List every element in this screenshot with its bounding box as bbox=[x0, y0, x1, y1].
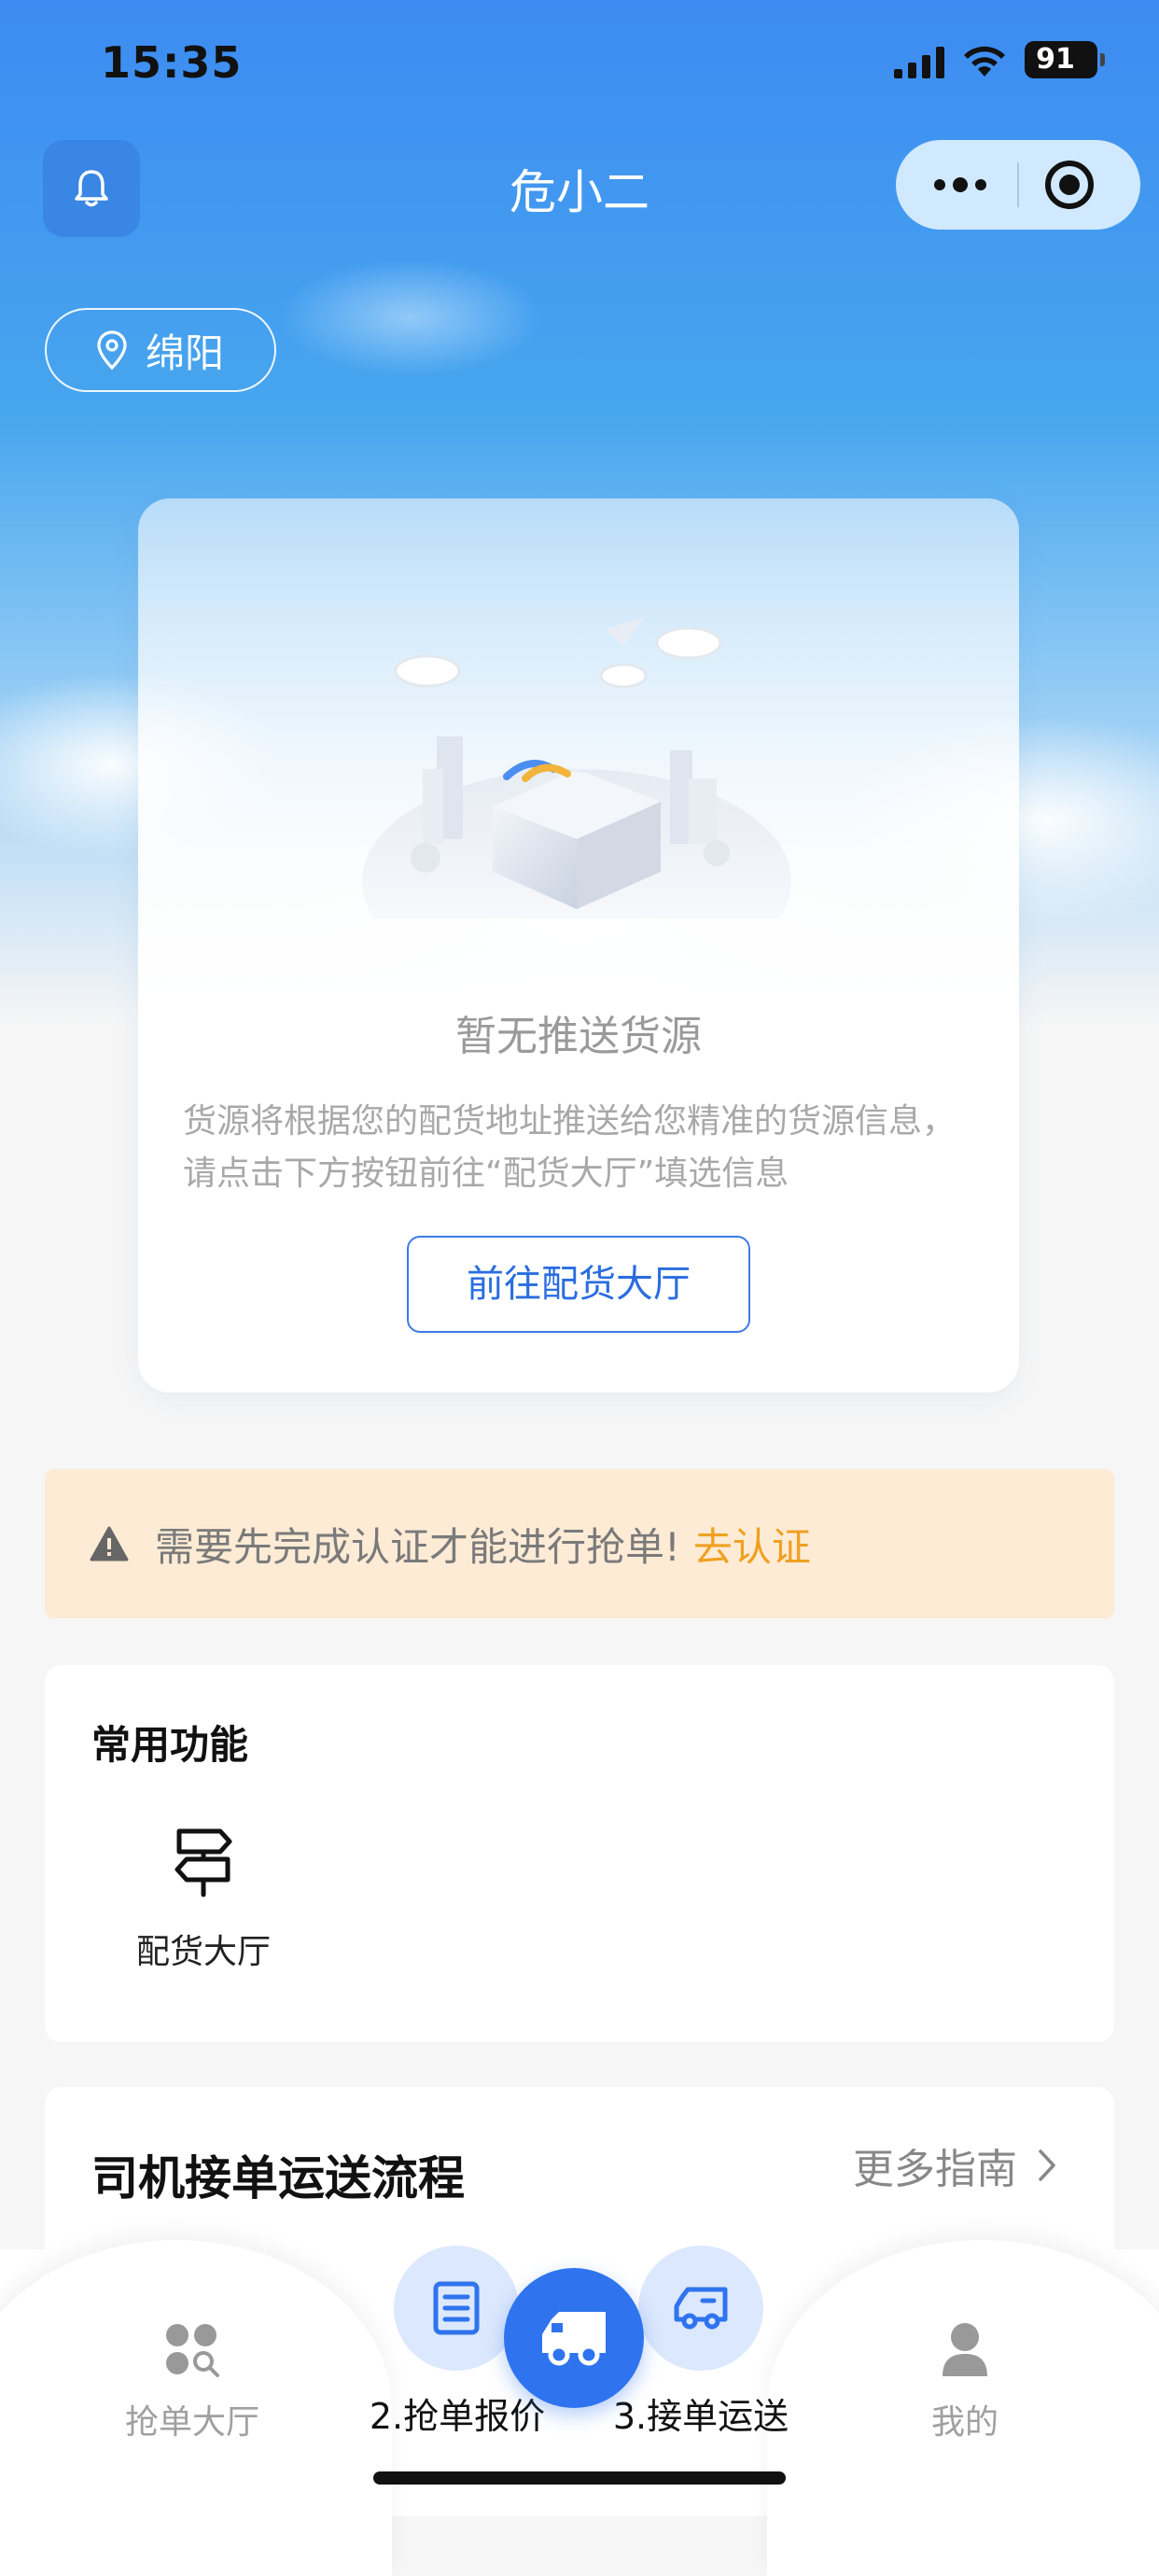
empty-description: 货源将根据您的配货地址推送给您精准的货源信息，请点击下方按钮前往“配货大厅”填选… bbox=[183, 1102, 957, 1193]
center-transport-button[interactable] bbox=[504, 2268, 644, 2408]
tab-mine[interactable]: 我的 bbox=[872, 2395, 1058, 2443]
flow-title: 司机接单运送流程 bbox=[91, 2151, 465, 2205]
signal-icon bbox=[894, 47, 944, 78]
func-label: 配货大厅 bbox=[135, 1933, 271, 1971]
home-indicator bbox=[373, 2471, 786, 2485]
empty-box-city-illustration bbox=[362, 618, 791, 918]
more-guide-label: 更多指南 bbox=[853, 2146, 1017, 2193]
step2-label: 2.抢单报价 bbox=[369, 2396, 546, 2437]
bell-icon bbox=[75, 170, 108, 207]
signpost-icon bbox=[175, 1828, 232, 1897]
common-functions-title: 常用功能 bbox=[91, 1722, 249, 1768]
user-icon[interactable] bbox=[941, 2320, 989, 2378]
document-icon bbox=[433, 2281, 480, 2335]
capsule-divider bbox=[1017, 162, 1019, 207]
truck-icon bbox=[542, 2312, 606, 2366]
truck-outline-icon bbox=[674, 2287, 728, 2330]
verification-notice: 需要先完成认证才能进行抢单! 去认证 bbox=[45, 1469, 1114, 1618]
grid-search-icon[interactable] bbox=[164, 2322, 220, 2378]
battery-level: 91 bbox=[1036, 43, 1075, 76]
notice-text: 需要先完成认证才能进行抢单! bbox=[155, 1523, 680, 1570]
go-to-dispatch-hall-button[interactable]: 前往配货大厅 bbox=[407, 1236, 750, 1333]
location-selector[interactable]: 绵阳 bbox=[45, 308, 276, 392]
tab-grab-hall[interactable]: 抢单大厅 bbox=[99, 2395, 286, 2443]
page-title: 危小二 bbox=[510, 165, 649, 219]
notification-button[interactable] bbox=[43, 140, 140, 237]
location-pin-icon bbox=[97, 330, 127, 371]
chevron-right-icon bbox=[1039, 2149, 1055, 2181]
step3-button[interactable] bbox=[638, 2246, 763, 2371]
empty-recommend-card: 暂无推送货源 货源将根据您的配货地址推送给您精准的货源信息，请点击下方按钮前往“… bbox=[138, 498, 1019, 1393]
common-functions-panel: 常用功能 配货大厅 bbox=[45, 1665, 1114, 2042]
step2-button[interactable] bbox=[394, 2246, 519, 2371]
step3-label: 3.接单运送 bbox=[612, 2396, 789, 2437]
func-item-dispatch-hall[interactable]: 配货大厅 bbox=[129, 1826, 278, 1973]
more-guide-link[interactable]: 更多指南 bbox=[853, 2135, 1056, 2195]
wifi-icon bbox=[964, 46, 1005, 77]
empty-title: 暂无推送货源 bbox=[455, 1013, 702, 1060]
location-city: 绵阳 bbox=[146, 329, 225, 376]
verify-link[interactable]: 去认证 bbox=[693, 1516, 811, 1573]
battery-icon: 91 bbox=[1025, 41, 1105, 78]
status-time: 15:35 bbox=[101, 37, 243, 88]
close-target-icon[interactable] bbox=[1045, 161, 1094, 209]
more-dots-icon[interactable] bbox=[920, 140, 1000, 230]
warning-icon bbox=[90, 1526, 129, 1561]
mini-program-capsule bbox=[896, 140, 1140, 230]
